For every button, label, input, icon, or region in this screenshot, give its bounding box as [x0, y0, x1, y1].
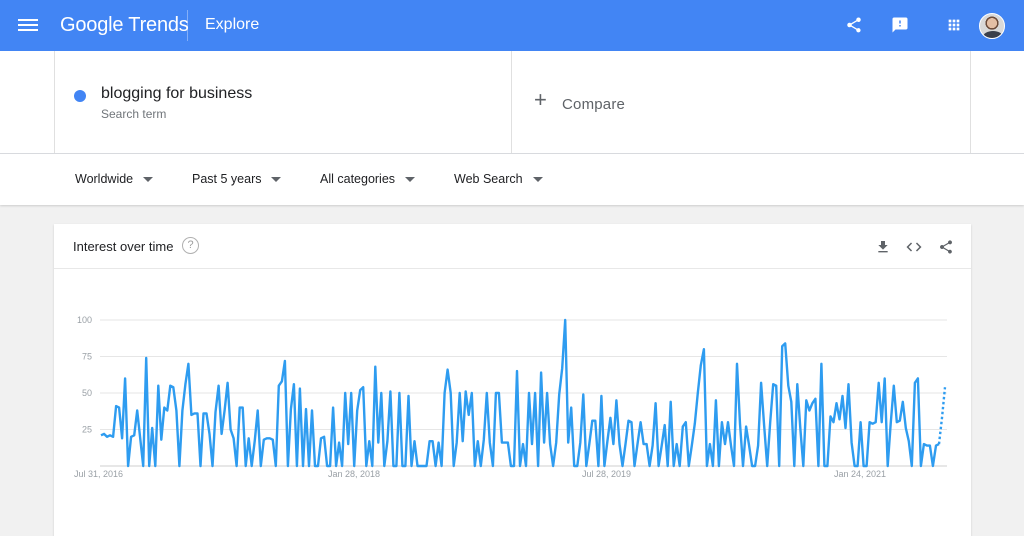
card-title: Interest over time	[73, 239, 174, 254]
property-filter[interactable]: Web Search	[454, 172, 543, 186]
dropdown-arrow-icon	[143, 176, 154, 182]
page-title: Explore	[205, 16, 260, 33]
embed-icon[interactable]	[904, 237, 924, 257]
dropdown-arrow-icon	[405, 176, 416, 182]
search-term-text[interactable]: blogging for business	[101, 85, 252, 103]
interest-over-time-card: Interest over time ? 100 75 50 25 Jul 31, 20…	[54, 224, 971, 536]
x-tick-label: Jul 31, 2016	[74, 469, 123, 479]
download-icon[interactable]	[873, 237, 893, 257]
top-app-bar: Google Trends Explore	[0, 0, 1024, 51]
feedback-icon[interactable]	[889, 14, 911, 36]
compare-label: Compare	[562, 96, 626, 113]
y-tick-label: 25	[82, 425, 92, 435]
google-trends-logo[interactable]: Google Trends	[60, 14, 189, 37]
dropdown-arrow-icon	[532, 176, 543, 182]
search-term-subtitle: Search term	[101, 107, 167, 121]
search-terms-panel: blogging for business Search term + Comp…	[0, 51, 1024, 154]
time-filter[interactable]: Past 5 years	[192, 172, 282, 186]
header-divider	[187, 10, 188, 41]
apps-icon[interactable]	[943, 14, 965, 36]
share-icon[interactable]	[843, 14, 865, 36]
plus-icon: +	[534, 87, 547, 112]
region-filter[interactable]: Worldwide	[75, 172, 154, 186]
share-icon[interactable]	[936, 237, 956, 257]
filter-bar: Worldwide Past 5 years All categories We…	[0, 154, 1024, 205]
dropdown-arrow-icon	[271, 176, 282, 182]
category-filter[interactable]: All categories	[320, 172, 416, 186]
y-tick-label: 50	[82, 388, 92, 398]
time-filter-label: Past 5 years	[192, 172, 262, 186]
search-term-card[interactable]: blogging for business Search term	[54, 51, 512, 153]
term-color-dot	[74, 90, 86, 102]
menu-icon[interactable]	[18, 16, 38, 34]
x-tick-label: Jan 28, 2018	[328, 469, 380, 479]
property-filter-label: Web Search	[454, 172, 523, 186]
region-filter-label: Worldwide	[75, 172, 134, 186]
series-line-partial	[937, 387, 947, 445]
category-filter-label: All categories	[320, 172, 396, 186]
y-tick-label: 100	[77, 315, 92, 325]
card-header: Interest over time ?	[54, 224, 971, 269]
compare-button[interactable]: + Compare	[512, 51, 971, 153]
y-tick-label: 75	[82, 352, 92, 362]
x-tick-label: Jul 28, 2019	[582, 469, 631, 479]
interest-line-chart[interactable]: 100 75 50 25 Jul 31, 2016 Jan 28, 2018 Jul 28,…	[54, 269, 971, 529]
x-tick-label: Jan 24, 2021	[834, 469, 886, 479]
help-icon[interactable]: ?	[182, 237, 199, 254]
avatar[interactable]	[979, 13, 1005, 39]
